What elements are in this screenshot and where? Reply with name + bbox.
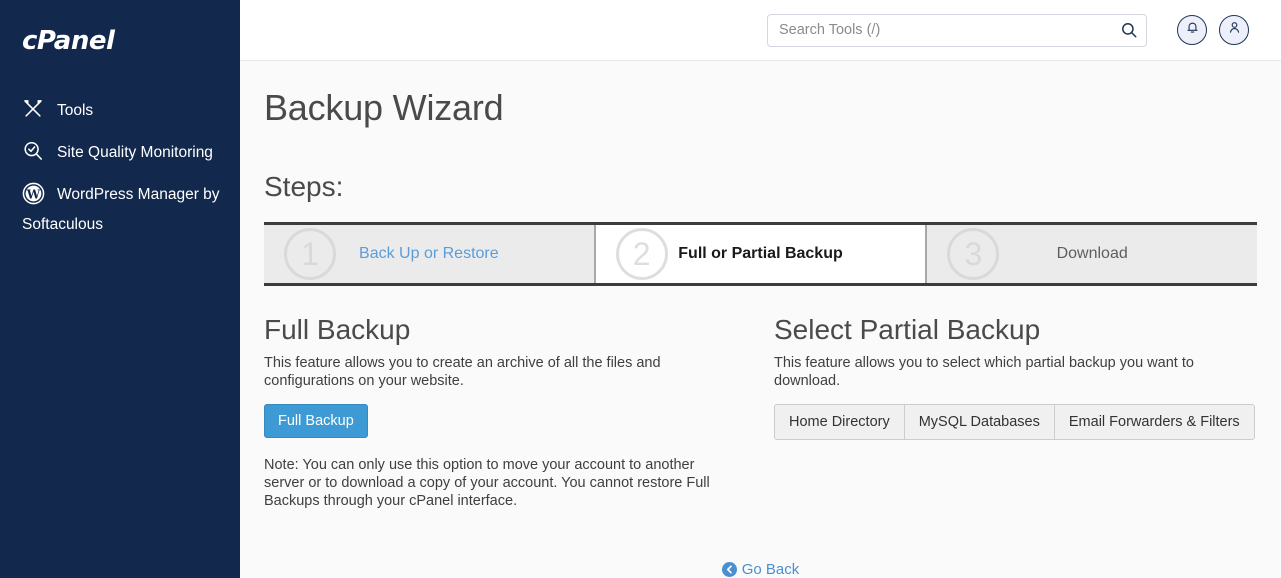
search-icon[interactable] <box>1120 21 1138 39</box>
step-3-download[interactable]: 3 Download <box>925 225 1258 283</box>
go-back-link[interactable]: Go Back <box>721 560 800 578</box>
svg-text:W: W <box>26 187 41 201</box>
sidebar-item-wordpress-manager[interactable]: W WordPress Manager by Softaculous <box>0 174 240 246</box>
go-back-label: Go Back <box>741 560 800 578</box>
notifications-button[interactable] <box>1177 15 1207 45</box>
app-root: cPanel Tools Site Quality Monitoring W W… <box>0 0 1281 578</box>
main-area: Backup Wizard Steps: 1 Back Up or Restor… <box>240 0 1281 578</box>
sidebar-item-site-quality-label: Site Quality Monitoring <box>57 144 213 161</box>
top-header <box>240 0 1281 61</box>
full-backup-section: Full Backup This feature allows you to c… <box>264 314 760 525</box>
email-forwarders-filters-button[interactable]: Email Forwarders & Filters <box>1053 404 1255 440</box>
cpanel-logo[interactable]: cPanel <box>22 26 115 56</box>
partial-backup-section: Select Partial Backup This feature allow… <box>760 314 1256 525</box>
user-icon <box>1227 20 1242 40</box>
search-input[interactable] <box>767 13 1147 47</box>
steps-heading: Steps: <box>264 171 344 202</box>
sidebar-item-tools-label: Tools <box>57 102 94 119</box>
step-3-number: 3 <box>947 228 1000 280</box>
step-2-full-or-partial-backup[interactable]: 2 Full or Partial Backup <box>593 225 926 283</box>
full-backup-note: Note: You can only use this option to mo… <box>264 457 710 509</box>
arrow-circle-left-icon <box>721 561 737 577</box>
mysql-databases-button[interactable]: MySQL Databases <box>903 404 1055 440</box>
site-quality-icon <box>22 140 52 162</box>
partial-backup-button-group: Home Directory MySQL Databases Email For… <box>774 404 1256 440</box>
step-3-label: Download <box>1056 245 1128 262</box>
full-backup-description: This feature allows you to create an arc… <box>264 355 661 389</box>
sidebar-item-tools[interactable]: Tools <box>0 90 240 132</box>
page-title: Backup Wizard <box>264 87 504 128</box>
home-directory-button[interactable]: Home Directory <box>774 404 905 440</box>
tools-icon <box>22 98 52 120</box>
step-2-number: 2 <box>615 228 668 280</box>
cpanel-logo-text: cPanel <box>22 26 115 56</box>
backup-options: Full Backup This feature allows you to c… <box>264 314 1257 525</box>
step-2-label: Full or Partial Backup <box>678 245 843 262</box>
step-1-label: Back Up or Restore <box>359 245 499 262</box>
go-back-row: Go Back <box>264 561 1257 578</box>
full-backup-button[interactable]: Full Backup <box>264 404 368 438</box>
wordpress-icon: W <box>22 182 52 205</box>
content-area: Backup Wizard Steps: 1 Back Up or Restor… <box>240 87 1281 578</box>
partial-backup-description: This feature allows you to select which … <box>774 355 1194 389</box>
full-backup-title: Full Backup <box>264 314 411 345</box>
bell-icon <box>1185 20 1200 40</box>
sidebar-item-site-quality-monitoring[interactable]: Site Quality Monitoring <box>0 132 240 174</box>
steps-bar: 1 Back Up or Restore 2 Full or Partial B… <box>264 222 1258 286</box>
step-1-number: 1 <box>284 228 336 280</box>
sidebar: cPanel Tools Site Quality Monitoring W W… <box>0 0 240 578</box>
search-container <box>767 13 1147 47</box>
account-button[interactable] <box>1219 15 1249 45</box>
step-1-back-up-or-restore[interactable]: 1 Back Up or Restore <box>264 225 594 283</box>
partial-backup-title: Select Partial Backup <box>774 314 1041 345</box>
sidebar-nav: Tools Site Quality Monitoring W WordPres… <box>0 90 240 246</box>
